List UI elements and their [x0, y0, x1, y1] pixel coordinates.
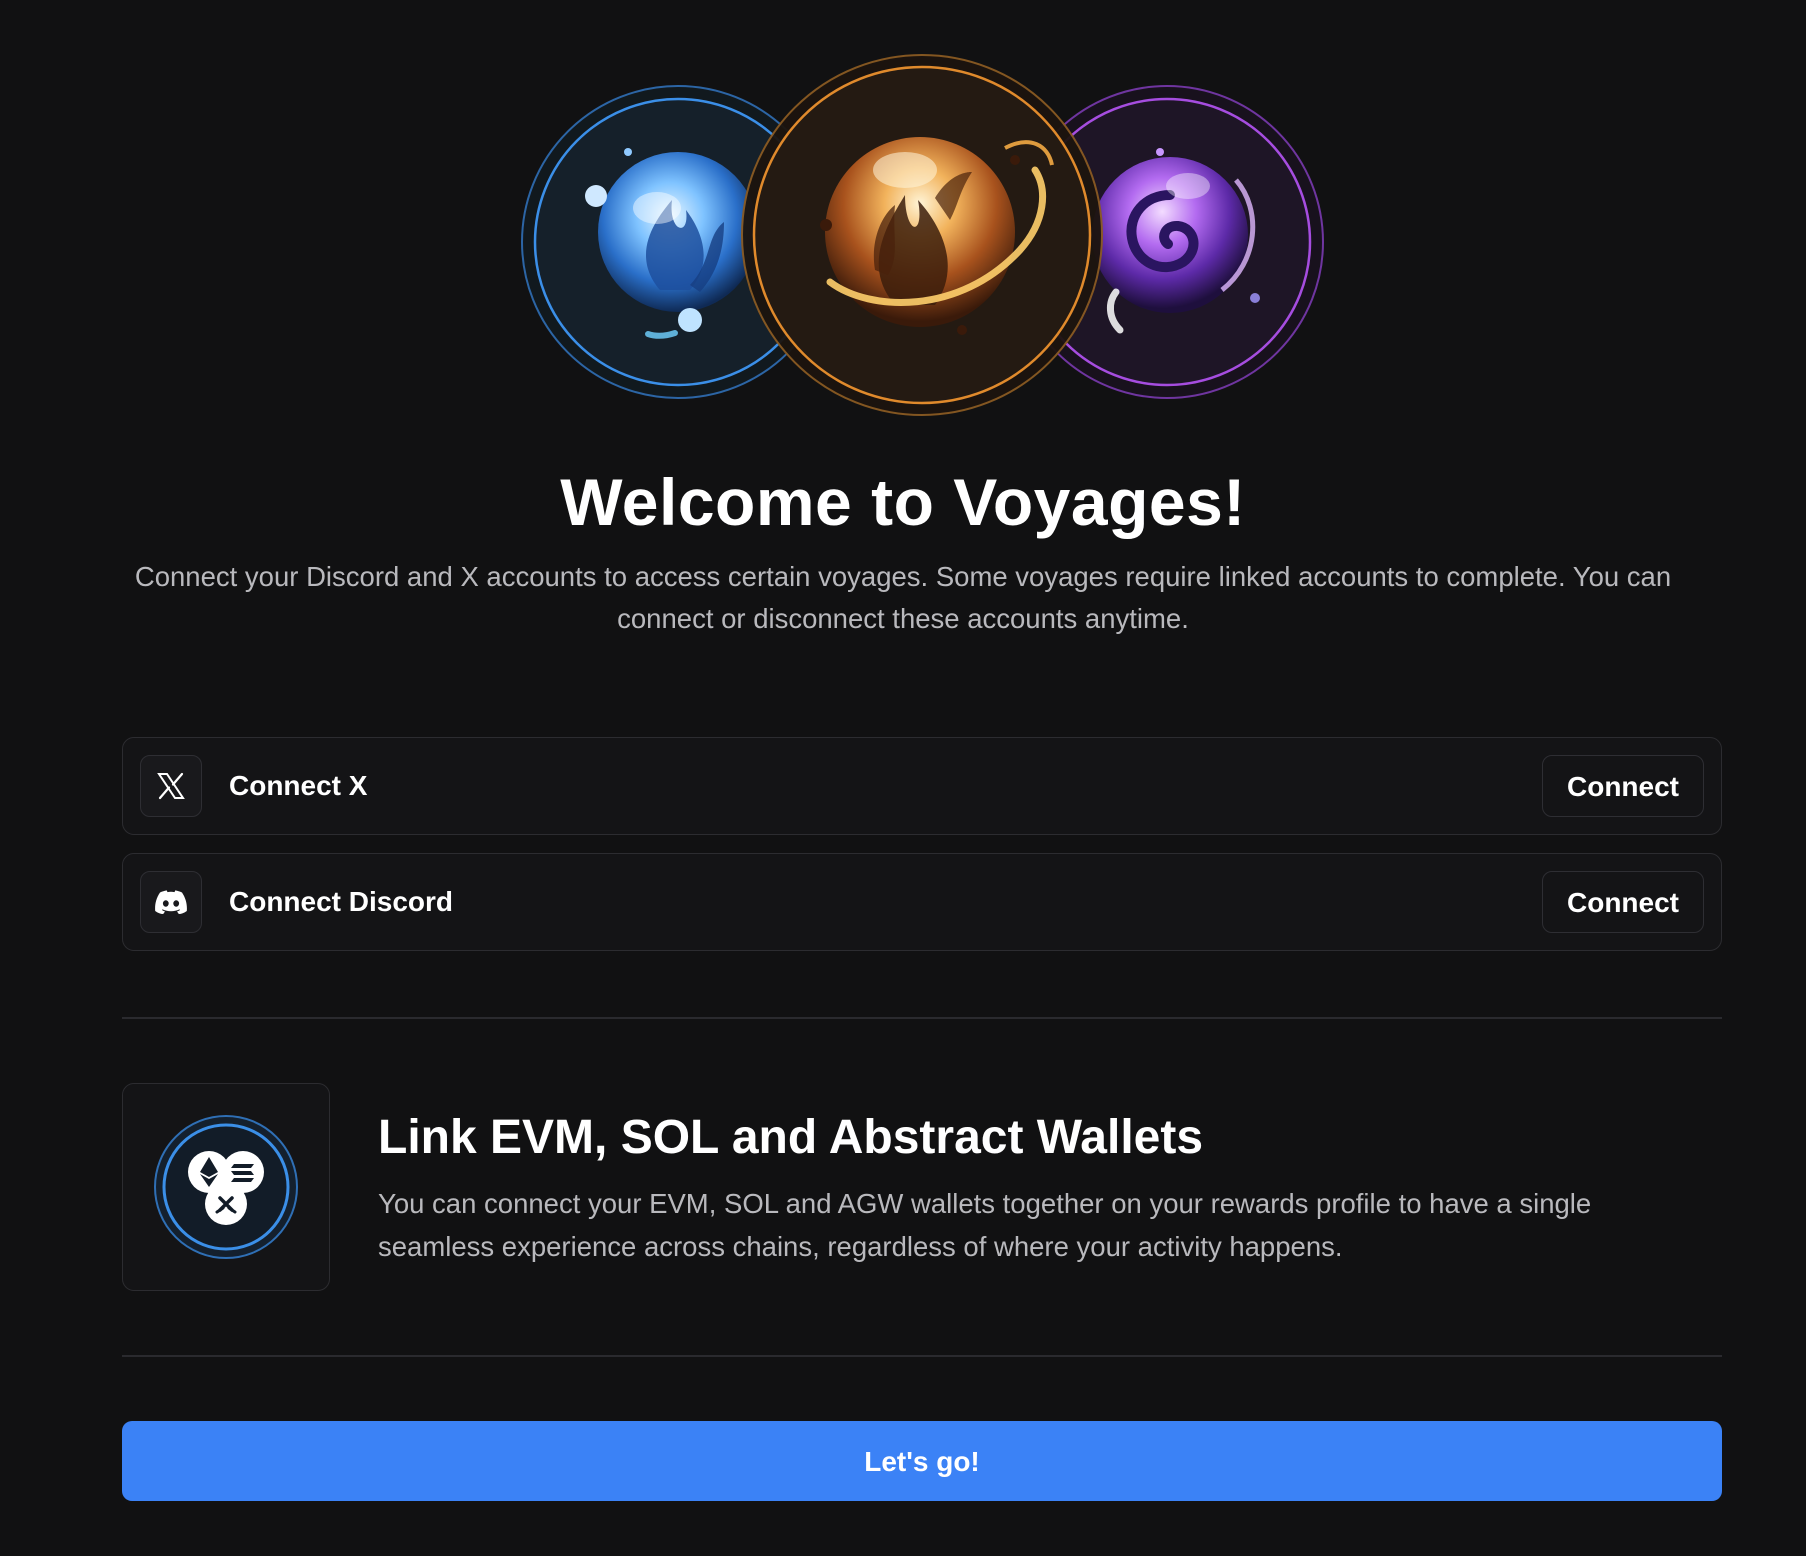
section-divider: [122, 1355, 1722, 1357]
page-title: Welcome to Voyages!: [560, 465, 1246, 539]
wallets-title: Link EVM, SOL and Abstract Wallets: [378, 1111, 1204, 1164]
fire-orb-icon: [741, 54, 1103, 416]
connect-x-row: Connect X Connect: [122, 737, 1722, 835]
discord-icon: [140, 871, 202, 933]
section-divider: [122, 1017, 1722, 1019]
connect-discord-label: Connect Discord: [229, 886, 454, 917]
connect-discord-button[interactable]: Connect: [1542, 871, 1704, 933]
multi-chain-wallet-icon: [154, 1115, 298, 1259]
connect-discord-row: Connect Discord Connect: [122, 853, 1722, 951]
voyages-onboarding-page: Welcome to Voyages! Connect your Discord…: [0, 0, 1806, 1556]
lets-go-button[interactable]: Let's go!: [122, 1421, 1722, 1501]
wallets-description: You can connect your EVM, SOL and AGW wa…: [378, 1188, 1592, 1262]
page-subtitle: Connect your Discord and X accounts to a…: [134, 561, 1672, 634]
wallet-icon-card: [122, 1083, 330, 1291]
connect-x-label: Connect X: [229, 770, 368, 801]
x-logo-icon: [140, 755, 202, 817]
hero-orbs: [0, 0, 1806, 450]
connect-x-button[interactable]: Connect: [1542, 755, 1704, 817]
